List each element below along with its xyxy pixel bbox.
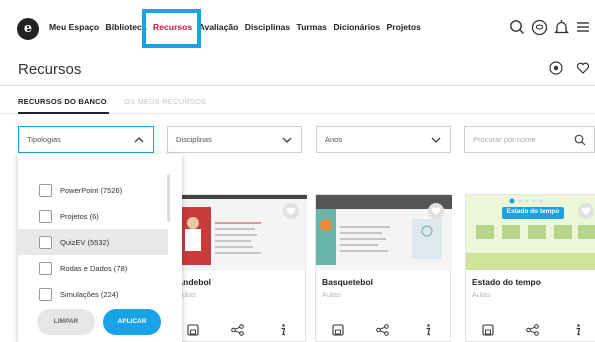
option-checkbox[interactable] [39, 261, 52, 275]
card-title: Estado do tempo [472, 277, 541, 287]
option-label: QuizEV (5532) [60, 237, 110, 247]
option-checkbox[interactable] [39, 183, 52, 197]
card-title: Basquetebol [322, 277, 374, 287]
option-label: Rodas e Dados (78) [60, 263, 128, 273]
tipologias-select[interactable]: Tipologias [18, 126, 154, 153]
thumbnail-banner-label: Estado do tempo [506, 208, 560, 215]
search-input[interactable]: Procurar por nome [464, 126, 595, 153]
search-icon[interactable] [574, 134, 586, 146]
active-tab-indicator [18, 112, 109, 114]
info-icon[interactable] [571, 323, 585, 337]
dropdown-option[interactable]: PowerPoint (7526) [18, 177, 168, 203]
tab-os-meus-recursos[interactable]: OS MEUS RECURSOS [124, 97, 206, 106]
nav-links: Meu Espaço Biblioteca Recursos Avaliação… [49, 22, 425, 32]
search-placeholder: Procurar por nome [473, 135, 536, 144]
info-icon[interactable] [276, 323, 290, 337]
option-checkbox[interactable] [39, 235, 52, 249]
active-nav-highlight [142, 9, 201, 48]
anos-label: Anos [325, 135, 343, 144]
anos-select[interactable]: Anos [316, 126, 451, 153]
nav-link-turmas[interactable]: Turmas [297, 22, 327, 32]
location-icon[interactable] [548, 60, 564, 76]
info-icon[interactable] [421, 323, 435, 337]
dropdown-option[interactable]: Projetos (6) [18, 203, 168, 229]
bell-icon[interactable] [552, 16, 570, 38]
chevron-up-icon [134, 137, 144, 143]
top-navigation: e Meu Espaço Biblioteca Recursos Avaliaç… [0, 0, 595, 56]
page-title: Recursos [18, 61, 82, 78]
nav-link-dicionarios[interactable]: Dicionários [333, 22, 380, 32]
option-checkbox[interactable] [39, 287, 52, 301]
nav-link-biblioteca[interactable]: Biblioteca [106, 22, 147, 32]
option-label: Simulações (224) [60, 289, 119, 299]
nav-link-meu-espaco[interactable]: Meu Espaço [49, 22, 99, 32]
favorite-heart-icon[interactable] [283, 203, 299, 219]
card-thumbnail [466, 195, 595, 270]
header-icons [548, 60, 591, 76]
option-label: PowerPoint (7526) [60, 185, 123, 195]
dropdown-option[interactable]: QuizEV (5532) [18, 229, 168, 255]
save-icon[interactable] [481, 323, 495, 337]
logo[interactable]: e [17, 18, 39, 40]
clear-button[interactable]: LIMPAR [37, 309, 95, 335]
resource-card[interactable]: Basquetebol Aulas [315, 194, 452, 342]
search-icon[interactable] [508, 16, 526, 38]
disciplinas-select[interactable]: Disciplinas [167, 126, 302, 153]
card-actions [316, 323, 450, 337]
menu-icon[interactable] [574, 16, 592, 38]
option-checkbox[interactable] [39, 209, 52, 223]
option-label: Projetos (6) [60, 211, 99, 221]
favorite-heart-icon[interactable] [428, 203, 444, 219]
favorite-heart-icon[interactable] [578, 203, 594, 219]
disciplinas-label: Disciplinas [176, 135, 212, 144]
share-icon[interactable] [231, 323, 245, 337]
nav-link-projetos[interactable]: Projetos [387, 22, 421, 32]
chevron-down-icon [282, 137, 292, 143]
card-actions [171, 323, 305, 337]
resource-card[interactable]: Andebol Aulas [170, 194, 307, 342]
chat-icon[interactable] [530, 16, 548, 38]
card-subtitle: Aulas [322, 290, 341, 299]
tipologias-label: Tipologias [27, 135, 61, 144]
resource-card[interactable]: Estado do tempo Estado do tempo Aulas [465, 194, 595, 342]
dropdown-option[interactable]: Simulações (224) [18, 281, 168, 307]
top-icons [508, 16, 592, 38]
card-subtitle: Aulas [472, 290, 491, 299]
share-icon[interactable] [526, 323, 540, 337]
nav-link-disciplinas[interactable]: Disciplinas [245, 22, 290, 32]
chevron-down-icon [431, 137, 441, 143]
card-actions [466, 323, 595, 337]
heart-icon[interactable] [575, 60, 591, 76]
tab-recursos-do-banco[interactable]: RECURSOS DO BANCO [18, 97, 107, 106]
nav-link-avaliacao[interactable]: Avaliação [199, 22, 239, 32]
apply-button[interactable]: APLICAR [103, 309, 161, 335]
divider [0, 85, 595, 86]
save-icon[interactable] [186, 323, 200, 337]
dropdown-option[interactable]: Rodas e Dados (78) [18, 255, 168, 281]
card-title: Andebol [177, 277, 211, 287]
save-icon[interactable] [331, 323, 345, 337]
share-icon[interactable] [376, 323, 390, 337]
